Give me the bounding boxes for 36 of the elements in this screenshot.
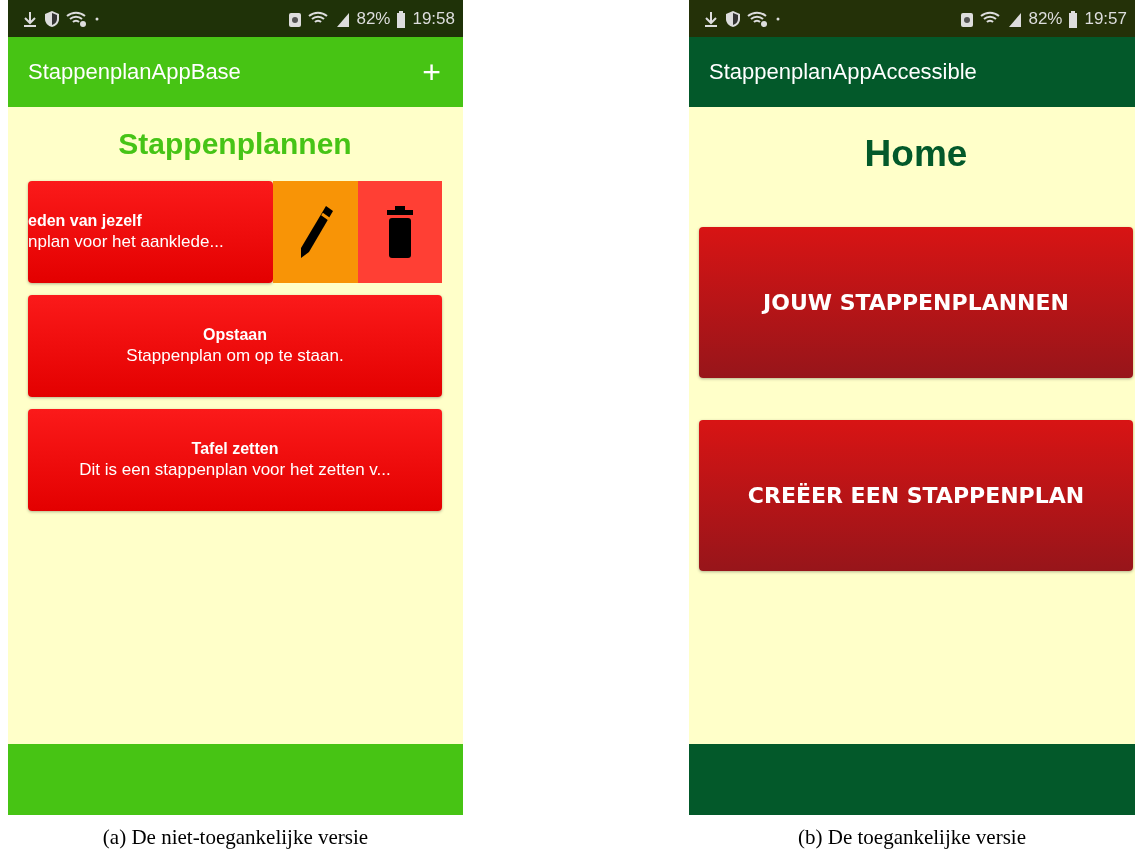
- battery-icon: [1068, 9, 1079, 28]
- delete-button[interactable]: [358, 181, 442, 283]
- shield-icon: [44, 9, 60, 28]
- figure-caption: (a) De niet-toegankelijke versie: [101, 825, 370, 850]
- card-subtitle: nplan voor het aanklede...: [28, 232, 224, 252]
- battery-percentage: 82%: [356, 8, 391, 29]
- clock-time: 19:57: [1084, 8, 1127, 29]
- download-icon: [703, 9, 719, 28]
- battery-icon: [396, 9, 407, 28]
- dot-icon: [775, 15, 781, 22]
- page-heading: Home: [863, 133, 969, 175]
- pencil-icon: [298, 206, 333, 258]
- plan-card[interactable]: Opstaan Stappenplan om op te staan.: [28, 295, 442, 397]
- app-title: StappenplanAppAccessible: [709, 59, 978, 85]
- wifi-icon: [66, 9, 88, 28]
- page-heading: Stappenplannen: [117, 127, 353, 161]
- app-title: StappenplanAppBase: [28, 59, 242, 85]
- shield-icon: [725, 9, 741, 28]
- menu-button[interactable]: JOUW STAPPENPLANNEN: [699, 227, 1133, 378]
- plan-card[interactable]: eden van jezelf nplan voor het aanklede...: [28, 181, 273, 283]
- plan-card[interactable]: Tafel zetten Dit is een stappenplan voor het zetten v...: [28, 409, 442, 511]
- card-title: eden van jezelf: [28, 212, 142, 230]
- edit-button[interactable]: [273, 181, 358, 283]
- card-title: Tafel zetten: [191, 440, 279, 458]
- download-icon: [22, 9, 38, 28]
- card-subtitle: Stappenplan om op te staan.: [126, 346, 344, 366]
- figure-caption: (b) De toegankelijke versie: [797, 825, 1027, 850]
- clock-time: 19:58: [412, 8, 455, 29]
- wifi-icon: [747, 9, 769, 28]
- card-subtitle: Dit is een stappenplan voor het zetten v...: [79, 460, 391, 480]
- add-button[interactable]: +: [420, 53, 443, 91]
- trash-icon: [387, 206, 413, 258]
- menu-button[interactable]: CREËER EEN STAPPENPLAN: [699, 420, 1133, 571]
- dot-icon: [94, 15, 100, 22]
- battery-percentage: 82%: [1028, 8, 1063, 29]
- card-title: Opstaan: [203, 326, 267, 344]
